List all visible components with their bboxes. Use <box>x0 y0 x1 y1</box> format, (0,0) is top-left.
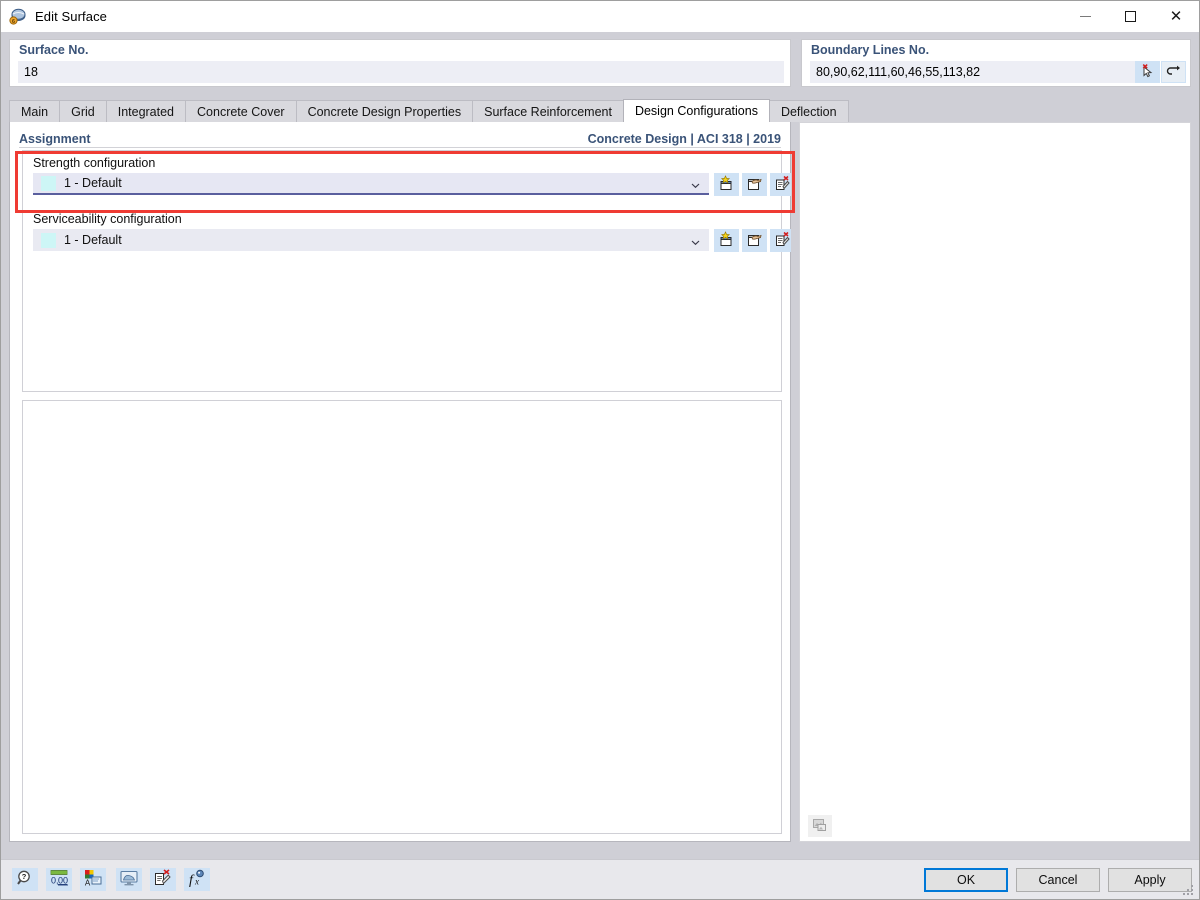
apply-button-label: Apply <box>1134 873 1166 887</box>
strength-configuration-label: Strength configuration <box>33 156 156 170</box>
undo-button[interactable] <box>1161 61 1186 83</box>
tab-label: Concrete Cover <box>197 104 285 119</box>
tab-grid[interactable]: Grid <box>59 100 107 122</box>
strength-configuration-color-swatch <box>41 175 56 191</box>
tab-label: Grid <box>71 104 95 119</box>
maximize-button[interactable] <box>1108 1 1153 32</box>
new-configuration-icon <box>718 230 735 251</box>
tab-concrete-cover[interactable]: Concrete Cover <box>185 100 297 122</box>
maximize-icon <box>1125 11 1136 22</box>
tab-label: Deflection <box>780 104 837 119</box>
surface-icon: 6 <box>9 8 27 26</box>
visibility-icon <box>119 869 139 890</box>
cancel-button-label: Cancel <box>1038 873 1078 887</box>
assignment-title: Assignment <box>19 131 91 146</box>
new-serviceability-configuration-button[interactable] <box>714 229 739 252</box>
delete-configuration-icon <box>774 175 791 195</box>
chevron-down-icon <box>691 179 700 188</box>
surface-number-input[interactable]: 18 <box>18 61 784 83</box>
serviceability-configuration-color-swatch <box>41 232 56 248</box>
surface-number-group: Surface No. 18 <box>9 39 791 87</box>
new-configuration-icon <box>718 174 735 195</box>
serviceability-configuration-combo[interactable]: 1 - Default <box>33 229 709 251</box>
boundary-lines-group: Boundary Lines No. 80,90,62,111,60,46,55… <box>801 39 1191 87</box>
minimize-icon <box>1080 16 1091 17</box>
tab-label: Main <box>21 104 49 119</box>
new-strength-configuration-button[interactable] <box>714 173 739 196</box>
delete-icon <box>153 869 173 890</box>
window-title: Edit Surface <box>35 9 108 24</box>
svg-text:6: 6 <box>12 19 15 25</box>
tab-surface-reinforcement[interactable]: Surface Reinforcement <box>472 100 624 122</box>
edit-serviceability-configuration-button[interactable] <box>742 229 767 252</box>
surface-number-label: Surface No. <box>19 43 89 57</box>
serviceability-configuration-label: Serviceability configuration <box>33 212 182 226</box>
edit-strength-configuration-button[interactable] <box>742 173 767 196</box>
ok-button[interactable]: OK <box>924 868 1008 892</box>
tab-concrete-design-properties[interactable]: Concrete Design Properties <box>295 100 474 122</box>
svg-text:x: x <box>194 877 199 887</box>
edit-surface-dialog: 6 Edit Surface ✕ Surface No. 18 Boundary… <box>0 0 1200 900</box>
tab-label: Concrete Design Properties <box>307 104 462 119</box>
apply-button[interactable]: Apply <box>1108 868 1192 892</box>
tab-main[interactable]: Main <box>9 100 61 122</box>
tab-label: Surface Reinforcement <box>484 104 612 119</box>
visibility-button[interactable] <box>116 868 142 891</box>
tab-deflection[interactable]: Deflection <box>768 100 849 122</box>
pane-splitter[interactable] <box>791 122 799 842</box>
strength-configuration-value: 1 - Default <box>64 176 122 190</box>
render-image-button[interactable] <box>808 815 832 837</box>
undo-icon <box>1166 63 1182 82</box>
serviceability-configuration-value: 1 - Default <box>64 233 122 247</box>
preview-panel <box>799 122 1191 842</box>
number-format-button[interactable]: 0, 00 <box>46 868 72 891</box>
close-icon: ✕ <box>1169 7 1183 25</box>
help-search-button[interactable]: ? <box>12 868 38 891</box>
help-search-icon: ? <box>16 869 34 890</box>
tab-design-configurations[interactable]: Design Configurations <box>622 99 770 122</box>
bottom-bar: ? 0, 00 A f x OK Cancel Apply <box>1 859 1199 899</box>
cancel-button[interactable]: Cancel <box>1016 868 1100 892</box>
tab-label: Design Configurations <box>634 104 758 118</box>
svg-text:A: A <box>85 879 91 888</box>
close-button[interactable]: ✕ <box>1153 1 1199 32</box>
pick-from-view-button[interactable] <box>1135 61 1160 83</box>
title-bar: 6 Edit Surface ✕ <box>1 1 1199 32</box>
delete-configuration-icon <box>774 231 791 251</box>
configuration-details-panel <box>22 400 782 834</box>
formula-button[interactable]: f x <box>184 868 210 891</box>
tab-integrated[interactable]: Integrated <box>105 100 187 122</box>
display-properties-icon: A <box>83 869 103 890</box>
boundary-lines-label: Boundary Lines No. <box>811 43 930 57</box>
configuration-box: Strength configuration 1 - Default Servi… <box>22 150 795 392</box>
tab-strip: Main Grid Integrated Concrete Cover Conc… <box>9 99 1191 122</box>
svg-text:00: 00 <box>58 876 68 886</box>
minimize-button[interactable] <box>1063 1 1108 32</box>
chevron-down-icon <box>691 236 700 245</box>
ok-button-label: OK <box>956 873 976 887</box>
render-image-icon <box>812 817 828 836</box>
resize-grip[interactable] <box>1183 885 1194 896</box>
design-configurations-panel: Assignment Concrete Design | ACI 318 | 2… <box>9 122 795 842</box>
formula-icon: f x <box>187 869 207 890</box>
edit-configuration-icon <box>746 231 763 251</box>
boundary-lines-input[interactable]: 80,90,62,111,60,46,55,113,82 <box>810 61 1135 83</box>
window-controls: ✕ <box>1063 1 1199 32</box>
strength-configuration-combo[interactable]: 1 - Default <box>33 173 709 195</box>
assignment-divider <box>19 147 781 148</box>
pick-from-view-icon <box>1140 63 1156 82</box>
design-standard-label: Concrete Design | ACI 318 | 2019 <box>587 131 781 146</box>
display-properties-button[interactable]: A <box>80 868 106 891</box>
tab-label: Integrated <box>117 104 175 119</box>
edit-configuration-icon <box>746 175 763 195</box>
number-format-icon: 0, 00 <box>49 869 69 890</box>
delete-button[interactable] <box>150 868 176 891</box>
assignment-header: Assignment Concrete Design | ACI 318 | 2… <box>19 130 781 147</box>
svg-text:?: ? <box>22 872 27 881</box>
